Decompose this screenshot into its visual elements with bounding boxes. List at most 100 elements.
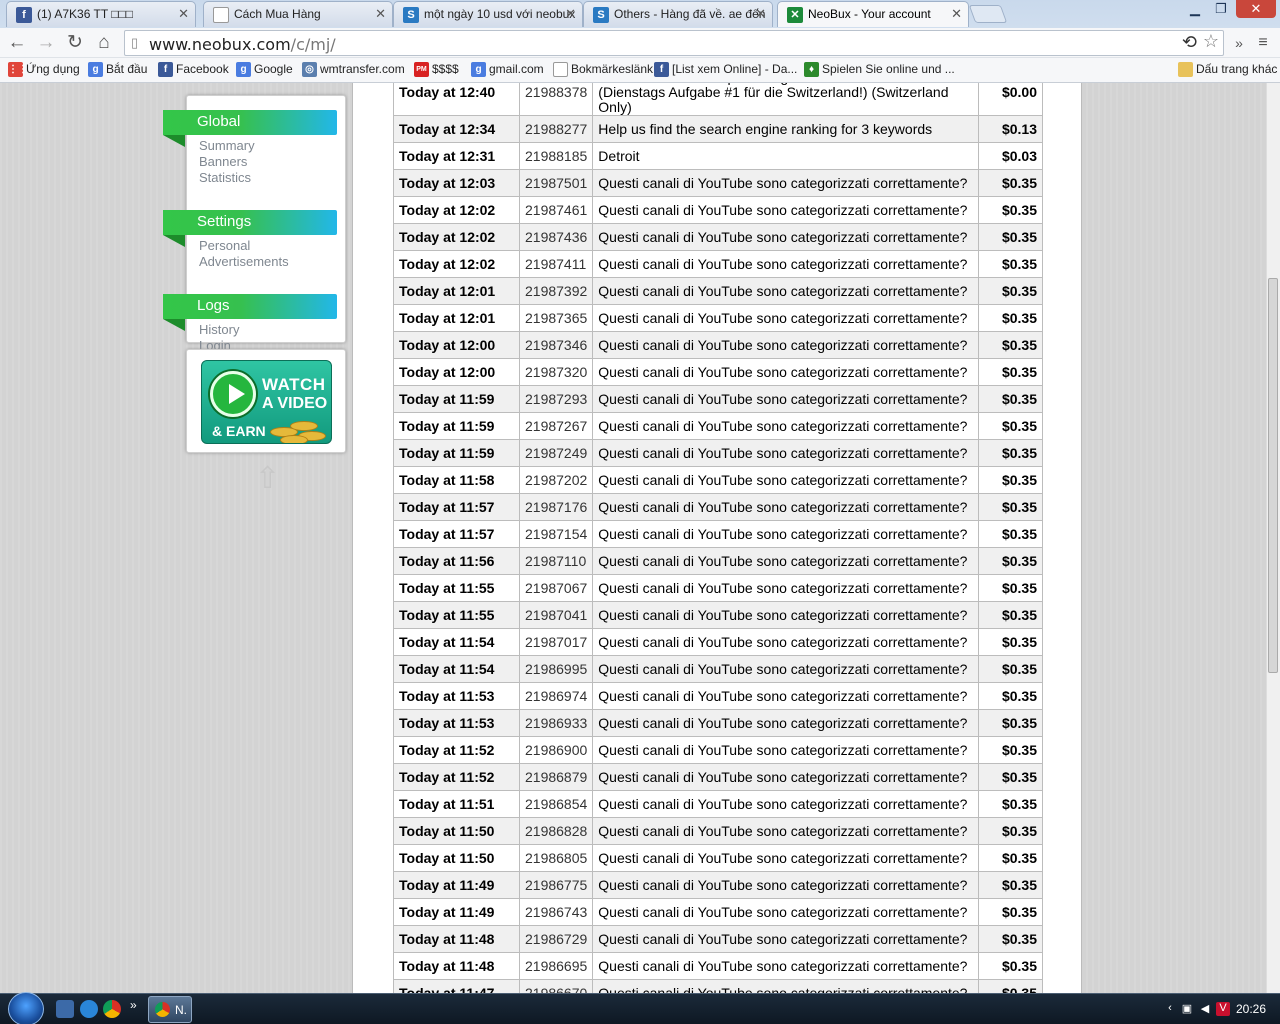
tab-5[interactable]: ✕ NeoBux - Your account ✕ (777, 1, 969, 27)
menu-link-advertisements[interactable]: Advertisements (199, 254, 289, 269)
bookmark-item[interactable]: ⋮⋮ Ứng dụng (8, 62, 80, 77)
menu-link-summary[interactable]: Summary (199, 138, 255, 153)
close-tab-icon[interactable]: ✕ (951, 6, 962, 22)
row-date: Today at 12:01 (393, 304, 520, 332)
bookmark-item[interactable]: ◎ wmtransfer.com (302, 62, 405, 77)
menu-icon[interactable]: ≡ (1252, 32, 1274, 54)
page-icon: ▯ (131, 35, 139, 50)
table-row: Today at 11:51 21986854 Questi canali di Y… (393, 790, 1043, 818)
scroll-to-top-icon[interactable]: ⇧ (255, 461, 280, 496)
table-row: Today at 11:53 21986933 Questi canali di Y… (393, 709, 1043, 737)
back-icon[interactable]: ← (6, 32, 28, 54)
table-row: Today at 12:00 21987346 Questi canali di Y… (393, 331, 1043, 359)
bookmark-label: Bokmärkeslänk (571, 62, 654, 76)
extensions-overflow-icon[interactable]: » (1228, 32, 1250, 54)
bookmark-item[interactable]: g gmail.com (471, 62, 544, 77)
tab-4[interactable]: S Others - Hàng đã về. ae đến ✕ (583, 1, 773, 27)
bookmark-star-icon[interactable]: ☆ (1203, 31, 1219, 52)
row-date: Today at 11:59 (393, 439, 520, 467)
bookmark-item[interactable]: f Facebook (158, 62, 229, 77)
bookmark-item[interactable]: PM $$$$ (414, 62, 459, 77)
row-date: Today at 11:49 (393, 898, 520, 926)
tab-2[interactable]: Cách Mua Hàng ✕ (203, 1, 393, 27)
bookmark-item[interactable]: f [List xem Online] - Da... (654, 62, 797, 77)
menu-link-banners[interactable]: Banners (199, 154, 247, 169)
menu-section-global[interactable]: Global (163, 110, 337, 147)
row-date: Today at 12:40 (393, 83, 520, 116)
tab-title: Cách Mua Hàng (234, 7, 321, 21)
google-icon: g (471, 62, 486, 77)
row-amount: $0.35 (978, 601, 1043, 629)
bookmark-item[interactable]: g Google (236, 62, 293, 77)
row-ad-id: 21987392 (518, 277, 594, 305)
row-ad-title: Questi canali di YouTube sono categorizz… (592, 520, 979, 548)
network-icon[interactable]: ▣ (1180, 1002, 1194, 1016)
close-tab-icon[interactable]: ✕ (178, 6, 189, 22)
apps-grid-icon: ⋮⋮ (8, 62, 28, 77)
chrome-icon[interactable] (103, 1000, 121, 1018)
row-amount: $0.35 (978, 304, 1043, 332)
scrollbar-thumb[interactable] (1268, 278, 1278, 673)
row-ad-title: Questi canali di YouTube sono categorizz… (592, 709, 979, 737)
row-amount: $0.35 (978, 709, 1043, 737)
ad-box: WATCH A VIDEO & EARN (186, 349, 346, 453)
menu-section-settings[interactable]: Settings (163, 210, 337, 247)
row-amount: $0.35 (978, 196, 1043, 224)
close-window-icon[interactable]: ✕ (1236, 0, 1276, 18)
globe-icon: ◎ (302, 62, 317, 77)
forum-icon: S (593, 7, 609, 23)
row-ad-id: 21986775 (518, 871, 594, 899)
close-tab-icon[interactable]: ✕ (755, 6, 766, 22)
menu-link-personal[interactable]: Personal (199, 238, 250, 253)
bookmark-item[interactable]: Bokmärkeslänk (553, 62, 654, 77)
show-desktop-icon[interactable] (56, 1000, 74, 1018)
row-amount: $0.35 (978, 412, 1043, 440)
home-icon[interactable]: ⌂ (93, 32, 115, 54)
table-row: Today at 12:4021988378Beantworten Sie ei… (393, 83, 1043, 116)
row-ad-title: Questi canali di YouTube sono categorizz… (592, 331, 979, 359)
watch-video-banner[interactable]: WATCH A VIDEO & EARN (201, 360, 332, 444)
volume-icon[interactable]: ◀ (1198, 1002, 1212, 1016)
table-row: Today at 12:31 21988185 Detroit $0.03 (393, 142, 1043, 170)
maximize-icon[interactable]: ❐ (1208, 0, 1234, 18)
row-amount: $0.35 (978, 763, 1043, 791)
row-date: Today at 11:57 (393, 520, 520, 548)
tab-3[interactable]: Smột ngày 10 usd với neobux ✕ (393, 1, 583, 27)
internet-explorer-icon[interactable] (80, 1000, 98, 1018)
menu-section-logs[interactable]: Logs (163, 294, 337, 331)
taskbar-overflow-icon[interactable]: » (130, 998, 137, 1012)
start-button[interactable] (8, 992, 44, 1024)
table-row: Today at 11:54 21987017 Questi canali di Y… (393, 628, 1043, 656)
other-bookmarks[interactable]: Dấu trang khác (1178, 62, 1277, 77)
translate-icon[interactable]: ⟲ (1182, 32, 1197, 53)
menu-link-history[interactable]: History (199, 322, 239, 337)
bookmark-item[interactable]: ♦ Spielen Sie online und ... (804, 62, 955, 77)
bookmark-label: Facebook (176, 62, 229, 76)
reload-icon[interactable]: ↻ (64, 32, 86, 54)
menu-link-statistics[interactable]: Statistics (199, 170, 251, 185)
bookmark-item[interactable]: g Bắt đầu (88, 62, 148, 77)
row-date: Today at 11:54 (393, 655, 520, 683)
row-ad-title: Questi canali di YouTube sono categorizz… (592, 736, 979, 764)
new-tab-button[interactable] (968, 5, 1008, 23)
tray-expand-icon[interactable]: ‹ (1163, 1002, 1177, 1016)
table-row: Today at 11:48 21986695 Questi canali di Y… (393, 952, 1043, 980)
address-bar[interactable]: ▯ www.neobux.com/c/mj/ ⟲ ☆ (124, 30, 1224, 56)
close-tab-icon[interactable]: ✕ (565, 6, 576, 22)
row-amount: $0.35 (978, 844, 1043, 872)
row-ad-id: 21986933 (518, 709, 594, 737)
forward-icon[interactable]: → (35, 32, 57, 54)
table-row: Today at 11:50 21986805 Questi canali di Y… (393, 844, 1043, 872)
minimize-icon[interactable]: ▁ (1182, 0, 1208, 18)
table-row: Today at 12:01 21987392 Questi canali di Y… (393, 277, 1043, 305)
close-tab-icon[interactable]: ✕ (375, 6, 386, 22)
row-amount: $0.35 (978, 817, 1043, 845)
row-ad-title: Questi canali di YouTube sono categorizz… (592, 169, 979, 197)
taskbar-chrome-app[interactable]: N. (148, 996, 192, 1023)
google-icon: g (88, 62, 103, 77)
row-ad-title: Questi canali di YouTube sono categorizz… (592, 844, 979, 872)
tab-1[interactable]: f (1) A7K36 TT □□□ ✕ (6, 1, 196, 27)
row-ad-id: 21987041 (518, 601, 594, 629)
bookmark-label: Bắt đầu (106, 62, 148, 76)
antivirus-icon[interactable]: V (1216, 1002, 1230, 1016)
